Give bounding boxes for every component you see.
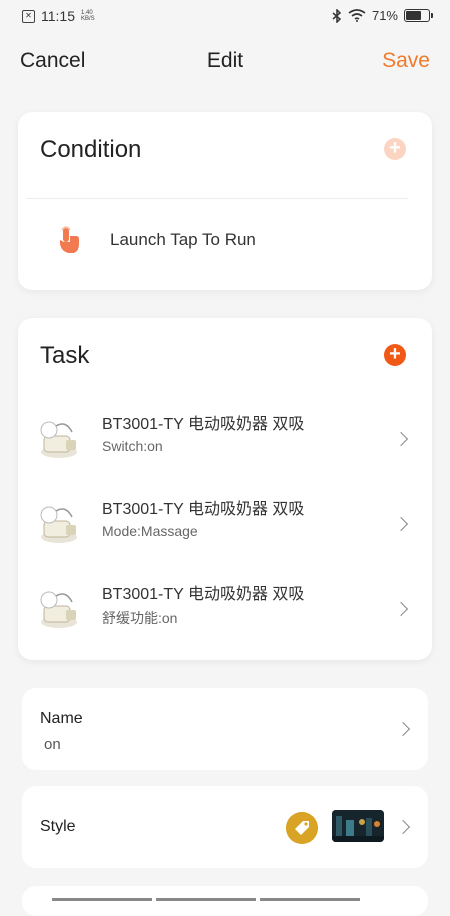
nav-bar: Cancel Edit Save [0, 44, 450, 80]
notification-icon: ✕ [22, 9, 35, 23]
network-speed-unit: KB/S [81, 16, 95, 22]
chevron-right-icon [395, 819, 411, 835]
style-thumbnail-image [332, 810, 384, 842]
task-device-name: BT3001-TY 电动吸奶器 双吸 [102, 416, 305, 433]
condition-card: Condition + Launch Tap To Run [18, 112, 432, 290]
name-setting-row[interactable]: Name on [22, 688, 428, 770]
chevron-right-icon [393, 601, 409, 617]
task-item[interactable]: BT3001-TY 电动吸奶器 双吸 Switch:on [18, 404, 432, 474]
save-button[interactable]: Save [382, 49, 430, 73]
battery-percent: 71% [371, 8, 398, 23]
breast-pump-device-icon [40, 591, 77, 628]
tag-icon [286, 812, 318, 844]
task-item[interactable]: BT3001-TY 电动吸奶器 双吸 舒缓功能:on [18, 574, 432, 644]
bluetooth-icon [332, 8, 342, 23]
condition-item[interactable]: Launch Tap To Run [18, 222, 432, 262]
task-title: Task [40, 342, 90, 369]
style-setting-row[interactable]: Style [22, 786, 428, 868]
chevron-right-icon [393, 516, 409, 532]
breast-pump-device-icon [40, 506, 77, 543]
task-device-name: BT3001-TY 电动吸奶器 双吸 [102, 586, 305, 603]
name-value: on [44, 736, 61, 753]
task-action: 舒缓功能:on [102, 610, 178, 626]
battery-icon [404, 9, 433, 22]
network-speed: 1.40 KB/S [81, 10, 95, 22]
status-time: 11:15 [41, 8, 75, 24]
style-label: Style [40, 818, 76, 835]
task-item[interactable]: BT3001-TY 电动吸奶器 双吸 Mode:Massage [18, 489, 432, 559]
breast-pump-device-icon [40, 421, 77, 458]
add-task-button[interactable]: + [384, 344, 406, 366]
scene-image [332, 810, 384, 842]
condition-label: Launch Tap To Run [110, 230, 256, 249]
bottom-setting-row [22, 886, 428, 916]
task-card: Task + BT3001-TY 电动吸奶器 双吸 Switch:on BT30… [18, 318, 432, 660]
status-left: ✕ 11:15 1.40 KB/S [22, 8, 95, 24]
status-bar: ✕ 11:15 1.40 KB/S 71% [0, 0, 450, 34]
tap-hand-icon [59, 226, 79, 253]
wifi-icon [348, 9, 366, 22]
condition-title: Condition [40, 136, 142, 163]
name-label: Name [40, 710, 83, 727]
task-action: Switch:on [102, 438, 163, 454]
status-right: 71% [332, 8, 433, 23]
task-action: Mode:Massage [102, 523, 198, 539]
chevron-right-icon [395, 721, 411, 737]
chevron-right-icon [393, 431, 409, 447]
add-condition-button[interactable]: + [384, 138, 406, 160]
battery-level [406, 11, 421, 20]
task-device-name: BT3001-TY 电动吸奶器 双吸 [102, 501, 305, 518]
divider [26, 198, 408, 199]
